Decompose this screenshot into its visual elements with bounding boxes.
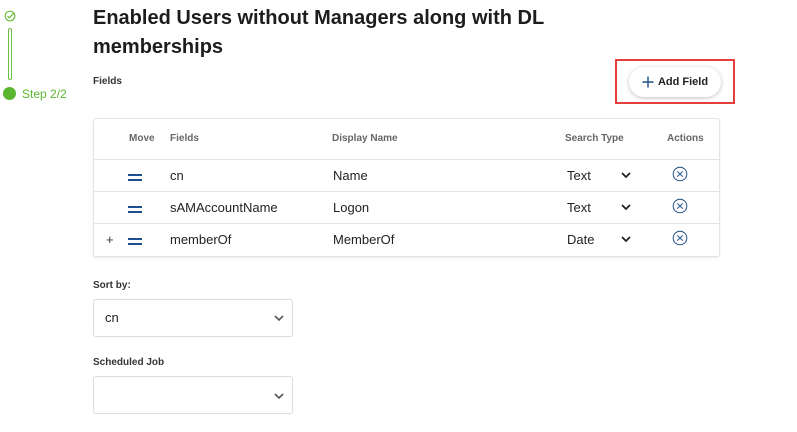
chevron-down-icon[interactable] (621, 204, 631, 211)
expand-row-button[interactable]: + (106, 224, 114, 256)
sort-by-select[interactable]: cn (93, 299, 293, 337)
drag-handle-icon[interactable] (128, 237, 142, 246)
scheduled-job-select[interactable] (93, 376, 293, 414)
field-name: sAMAccountName (170, 200, 278, 215)
display-name-input[interactable]: Logon (333, 192, 369, 224)
search-type-select[interactable]: Text (567, 192, 591, 224)
search-type-select[interactable]: Date (567, 224, 594, 256)
column-header-actions: Actions (667, 133, 704, 144)
remove-circle-icon[interactable] (672, 166, 688, 182)
fields-section-label: Fields (93, 76, 122, 87)
current-step-dot (3, 87, 16, 100)
chevron-down-icon (274, 393, 284, 400)
column-header-move: Move (129, 133, 155, 144)
column-header-display-name: Display Name (332, 133, 398, 144)
stepper: Step 2/2 (0, 0, 80, 110)
chevron-down-icon (274, 315, 284, 322)
display-name-input[interactable]: Name (333, 160, 368, 192)
table-row: + memberOf MemberOf Date (94, 223, 719, 256)
field-name: memberOf (170, 232, 232, 247)
table-row: cn Name Text (94, 159, 719, 192)
step-progress-line (8, 28, 12, 80)
chevron-down-icon[interactable] (621, 236, 631, 243)
remove-circle-icon[interactable] (672, 230, 688, 246)
column-header-fields: Fields (170, 133, 199, 144)
sort-by-value: cn (105, 310, 119, 325)
sort-by-label: Sort by: (93, 280, 131, 291)
fields-table: Move Fields Display Name Search Type Act… (93, 118, 720, 257)
table-row: sAMAccountName Logon Text (94, 191, 719, 224)
page-title: Enabled Users without Managers along wit… (93, 7, 544, 58)
field-name: cn (170, 168, 184, 183)
scheduled-job-label: Scheduled Job (93, 357, 165, 368)
display-name-input[interactable]: MemberOf (333, 224, 394, 256)
plus-icon (642, 76, 654, 88)
search-type-select[interactable]: Text (567, 160, 591, 192)
add-field-button[interactable]: Add Field (629, 67, 721, 97)
remove-circle-icon[interactable] (672, 198, 688, 214)
chevron-down-icon[interactable] (621, 172, 631, 179)
column-header-search-type: Search Type (565, 133, 624, 144)
step-label: Step 2/2 (22, 87, 67, 101)
check-circle-icon (4, 10, 16, 22)
drag-handle-icon[interactable] (128, 205, 142, 214)
add-field-label: Add Field (657, 76, 709, 88)
drag-handle-icon[interactable] (128, 173, 142, 182)
